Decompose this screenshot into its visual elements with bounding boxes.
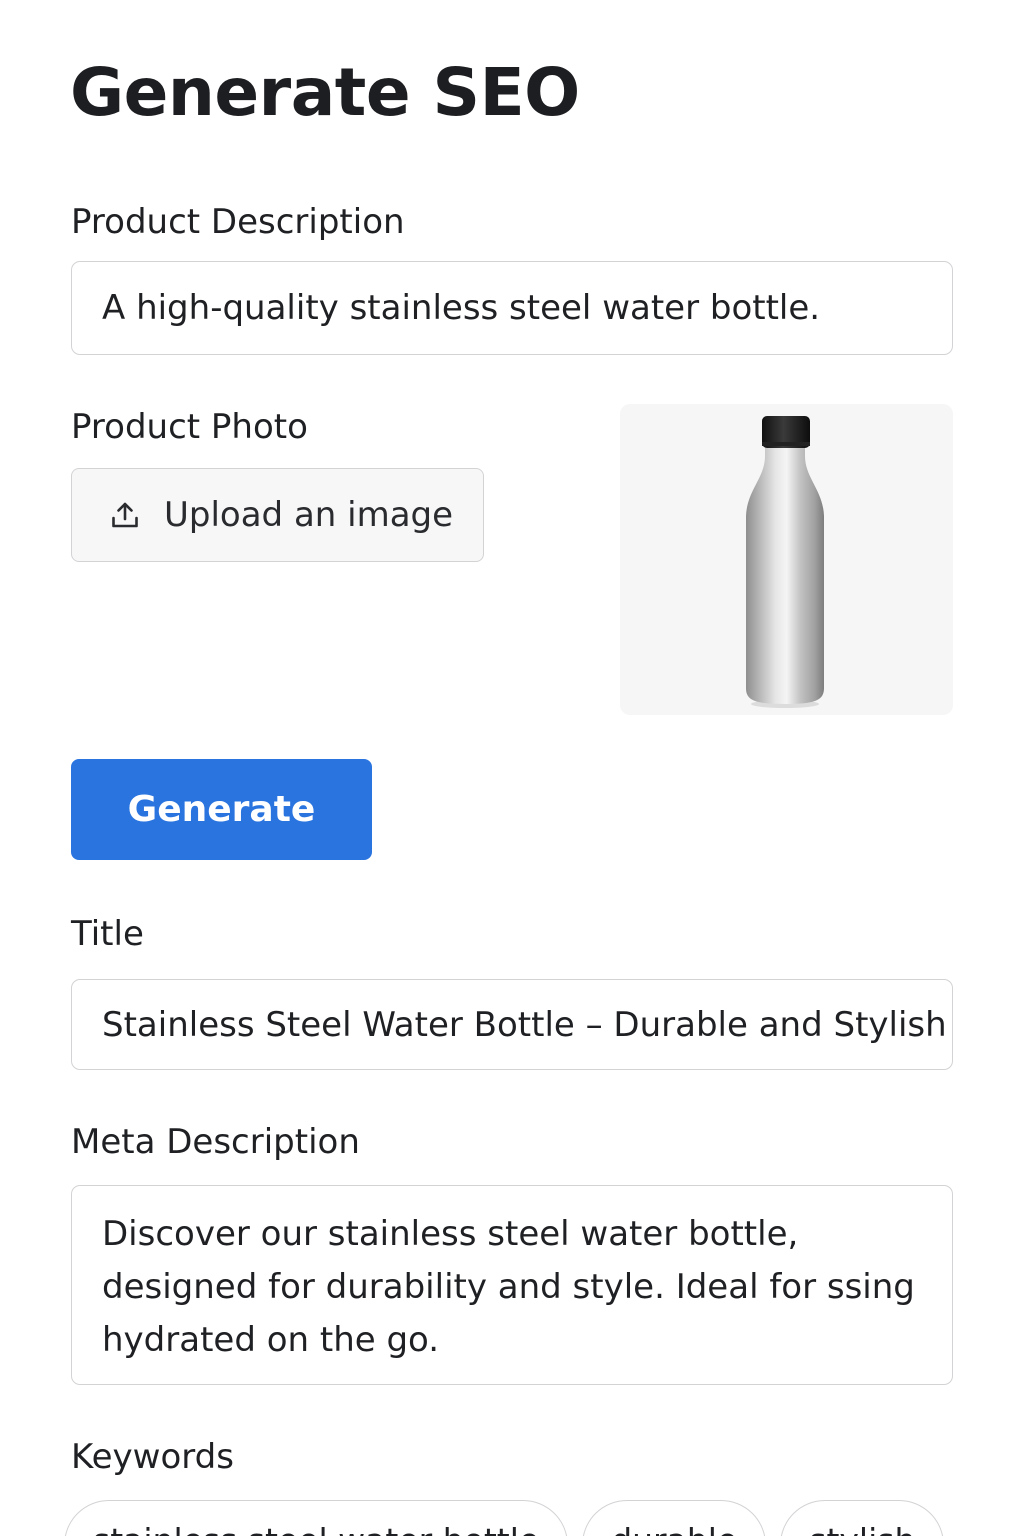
product-photo-preview: [620, 404, 953, 715]
keyword-chip[interactable]: stainless steel water bottle: [64, 1500, 569, 1536]
title-label: Title: [71, 914, 144, 954]
seo-generator-page: Generate SEO Product Description A high-…: [0, 0, 1024, 1536]
upload-image-button[interactable]: Upload an image: [71, 468, 484, 562]
upload-image-label: Upload an image: [164, 495, 454, 535]
generate-button[interactable]: Generate: [71, 759, 372, 860]
product-description-input[interactable]: A high-quality stainless steel water bot…: [71, 261, 953, 355]
keyword-chips: stainless steel water bottle durable sty…: [64, 1500, 945, 1536]
title-input[interactable]: Stainless Steel Water Bottle – Durable a…: [71, 979, 953, 1070]
product-description-label: Product Description: [71, 202, 405, 242]
water-bottle-image: [746, 416, 824, 708]
page-title: Generate SEO: [70, 54, 580, 131]
product-photo-label: Product Photo: [71, 407, 308, 447]
keywords-label: Keywords: [71, 1437, 234, 1477]
keyword-chip[interactable]: stylish: [780, 1500, 945, 1536]
upload-icon: [112, 502, 138, 528]
keyword-chip[interactable]: durable: [582, 1500, 767, 1536]
meta-description-label: Meta Description: [71, 1122, 360, 1162]
meta-description-textarea[interactable]: Discover our stainless steel water bottl…: [71, 1185, 953, 1385]
